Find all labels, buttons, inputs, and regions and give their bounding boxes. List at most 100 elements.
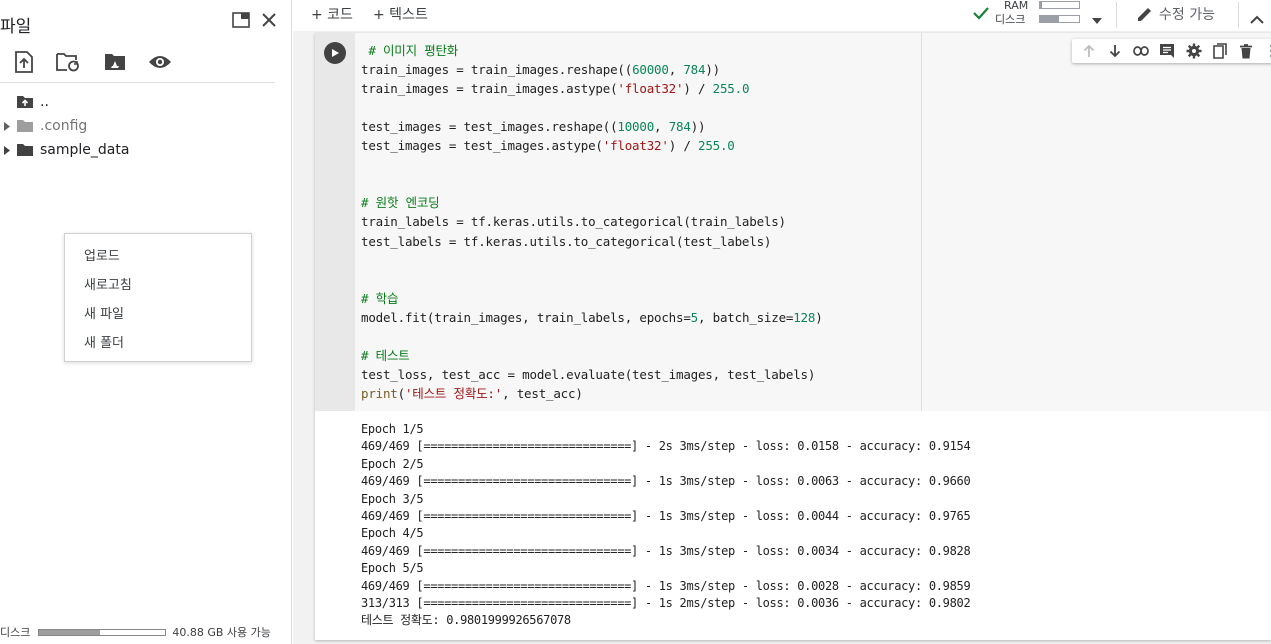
- code-token: # 테스트: [361, 347, 410, 363]
- tree-item-parent[interactable]: ..: [0, 92, 49, 112]
- tree-item-config[interactable]: .config: [0, 116, 87, 136]
- open-in-tab-icon[interactable]: [230, 10, 252, 30]
- add-code-button[interactable]: + 코드: [311, 4, 353, 24]
- settings-icon[interactable]: [1184, 41, 1204, 61]
- code-token: 'float32': [602, 138, 669, 154]
- move-up-icon[interactable]: [1079, 41, 1099, 61]
- code-token: # 원핫 엔코딩: [361, 195, 440, 211]
- code-token: )): [690, 119, 706, 135]
- code-token: '테스트 정확도:': [404, 385, 503, 401]
- cell-gutter: [315, 33, 355, 411]
- disk-label: 디스크: [995, 13, 1026, 26]
- output-line: Epoch 1/5: [361, 422, 424, 436]
- play-icon: [332, 49, 339, 57]
- code-token: print: [361, 385, 398, 401]
- code-line: train_images = train_images.astype('floa…: [361, 79, 749, 98]
- code-line: # 학습: [361, 289, 398, 308]
- code-token: , batch_size=: [697, 309, 794, 325]
- more-icon[interactable]: [1262, 41, 1271, 61]
- folder-icon: [14, 119, 36, 133]
- toolbar-divider: [1116, 2, 1117, 28]
- code-token: test_labels = tf.keras.utils.to_categori…: [361, 233, 772, 249]
- upload-icon[interactable]: [12, 50, 36, 74]
- disk-usage-bar: [38, 628, 167, 636]
- edit-mode-button[interactable]: 수정 가능: [1159, 4, 1215, 24]
- ram-usage-bar: [1039, 1, 1080, 9]
- code-token: 60000: [632, 62, 669, 78]
- chevron-up-icon[interactable]: [1250, 9, 1264, 28]
- disk-label: 디스크: [0, 626, 31, 639]
- code-token: test_images = test_images.reshape((: [361, 119, 618, 135]
- output-line: 469/469 [==============================]…: [361, 439, 971, 454]
- disk-usage-bar: [1039, 15, 1080, 23]
- tree-item-label: sample_data: [40, 142, 130, 158]
- mirror-cell-icon[interactable]: [1210, 41, 1230, 61]
- tree-item-label: ..: [40, 94, 49, 110]
- menu-item-refresh[interactable]: 새로고침: [65, 271, 251, 300]
- code-line: test_images = test_images.reshape((10000…: [361, 117, 706, 136]
- mount-drive-icon[interactable]: [102, 50, 128, 74]
- folder-icon: [14, 143, 36, 157]
- code-token: # 이미지 평탄화: [361, 43, 459, 58]
- code-token: )): [705, 62, 720, 78]
- run-cell-button[interactable]: [324, 42, 346, 64]
- panel-title: 파일: [0, 17, 32, 37]
- code-token: 128: [793, 309, 816, 325]
- eye-icon[interactable]: [147, 50, 173, 74]
- menu-item-new-folder[interactable]: 새 폴더: [65, 329, 251, 358]
- top-toolbar: + 코드 + 텍스트 RAM 디스크 수정 가능: [293, 0, 1271, 32]
- code-line: test_loss, test_acc = model.evaluate(tes…: [361, 365, 815, 384]
- add-text-button[interactable]: + 텍스트: [373, 4, 428, 24]
- expand-caret-icon[interactable]: [0, 145, 14, 155]
- notebook-area: # 이미지 평탄화 train_images = train_images.res…: [293, 31, 1271, 644]
- delete-icon[interactable]: [1236, 41, 1256, 61]
- code-token: test_loss, test_acc = model.evaluate(tes…: [361, 366, 816, 382]
- code-token: # 학습: [361, 290, 399, 306]
- toolbar-divider: [1238, 2, 1239, 28]
- menu-item-new-file[interactable]: 새 파일: [65, 300, 251, 329]
- tree-item-sample-data[interactable]: sample_data: [0, 140, 129, 160]
- code-token: train_images = train_images.reshape((: [361, 62, 633, 78]
- code-token: ,: [668, 62, 684, 78]
- context-menu: 업로드 새로고침 새 파일 새 폴더: [64, 233, 252, 362]
- code-line: # 테스트: [361, 346, 410, 365]
- output-line: 313/313 [==============================]…: [361, 595, 971, 610]
- code-cell[interactable]: # 이미지 평탄화 train_images = train_images.res…: [315, 33, 1271, 640]
- code-editor[interactable]: # 이미지 평탄화 train_images = train_images.res…: [355, 33, 921, 411]
- close-icon[interactable]: [258, 10, 280, 30]
- code-line: train_images = train_images.reshape((600…: [361, 60, 720, 79]
- disk-usage: 디스크 40.88 GB 사용 가능: [0, 624, 292, 640]
- output-line: Epoch 2/5: [361, 456, 424, 471]
- tree-item-label: .config: [40, 118, 88, 134]
- menu-item-upload[interactable]: 업로드: [65, 242, 251, 271]
- connected-check-icon: [972, 5, 990, 25]
- move-down-icon[interactable]: [1105, 41, 1125, 61]
- link-icon[interactable]: [1131, 41, 1151, 61]
- code-token: 'float32': [617, 81, 684, 97]
- expand-caret-icon[interactable]: [0, 121, 14, 131]
- code-line: test_images = test_images.astype('float3…: [361, 136, 735, 155]
- code-token: (: [397, 385, 406, 401]
- output-line: 469/469 [==============================]…: [361, 508, 971, 523]
- cell-output: Epoch 1/5 469/469 [======================…: [361, 421, 1261, 630]
- comment-icon[interactable]: [1157, 41, 1177, 61]
- disk-available: 40.88 GB 사용 가능: [172, 626, 271, 639]
- code-line: print('테스트 정확도:', test_acc): [361, 384, 583, 403]
- refresh-folder-icon[interactable]: [55, 50, 81, 74]
- output-line: 469/469 [==============================]…: [361, 474, 971, 489]
- ram-usage-fill: [1040, 2, 1042, 8]
- code-token: 5: [690, 309, 699, 325]
- code-token: ) /: [683, 81, 713, 97]
- code-token: 784: [668, 119, 691, 135]
- code-token: , test_acc): [502, 385, 583, 401]
- code-line: # 원핫 엔코딩: [361, 193, 440, 212]
- output-line: Epoch 4/5: [361, 526, 424, 541]
- toolbar-divider: [0, 82, 275, 83]
- chevron-down-icon[interactable]: [1092, 9, 1102, 28]
- code-token: train_images = train_images.astype(: [361, 81, 618, 97]
- output-line: 469/469 [==============================]…: [361, 578, 971, 593]
- file-panel: 파일 .. .config sample_data 업로드 새로고침 새 파일 …: [0, 0, 292, 644]
- output-line: Epoch 3/5: [361, 491, 424, 506]
- code-token: ) /: [668, 138, 698, 154]
- code-token: ,: [654, 119, 669, 135]
